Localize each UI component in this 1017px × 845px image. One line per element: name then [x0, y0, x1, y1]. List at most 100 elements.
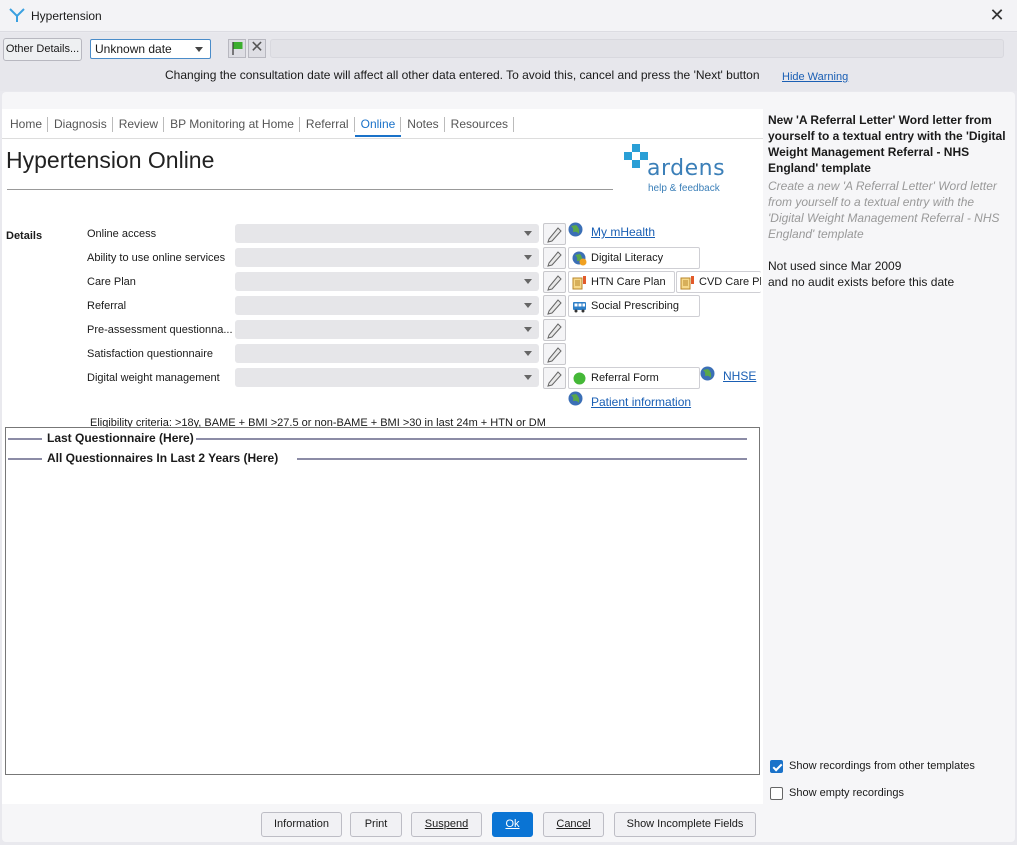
nhse-link[interactable]: NHSE [723, 369, 756, 383]
ok-button[interactable]: Ok [492, 812, 533, 837]
title-bar: Hypertension ✕ [0, 0, 1017, 32]
information-button[interactable]: Information [261, 812, 342, 837]
field-row-ability-online: Ability to use online services Digital L… [2, 247, 763, 269]
htn-care-plan-button[interactable]: HTN Care Plan [568, 271, 675, 293]
pencil-icon [547, 371, 562, 387]
all-questionnaires-header[interactable]: All Questionnaires In Last 2 Years (Here… [8, 451, 747, 465]
tab-online[interactable]: Online [354, 113, 402, 137]
toolbar: Other Details... Unknown date ✕ Changing… [0, 33, 1017, 91]
chevron-down-icon [524, 327, 532, 332]
pencil-icon [547, 323, 562, 339]
usage-line-1: Not used since Mar 2009 [768, 259, 902, 273]
clear-date-button[interactable]: ✕ [248, 39, 266, 58]
hide-warning-link[interactable]: Hide Warning [782, 71, 848, 83]
pencil-icon [547, 347, 562, 363]
logo-wordmark: ardens [647, 156, 726, 181]
side-header: New 'A Referral Letter' Word letter from… [768, 113, 1006, 175]
usage-line-2: and no audit exists before this date [768, 275, 955, 289]
tab-bp-monitoring-at-home[interactable]: BP Monitoring at Home [164, 113, 300, 137]
close-icon[interactable]: ✕ [987, 5, 1007, 25]
show-empty-recordings-label: Show empty recordings [789, 787, 904, 799]
chevron-down-icon [195, 47, 203, 52]
edit-pencil-button[interactable] [543, 367, 566, 389]
ok-label: Ok [505, 818, 520, 830]
cvd-care-plan-label: CVD Care Pl [699, 276, 761, 288]
pencil-icon [547, 275, 562, 291]
green-circle-icon [573, 372, 586, 385]
title-divider [7, 189, 613, 190]
globe-clock-icon [572, 251, 587, 266]
cancel-label: Cancel [556, 818, 591, 830]
tab-bar: Home Diagnosis Review BP Monitoring at H… [4, 113, 515, 137]
field-label: Digital weight management [87, 372, 220, 384]
help-feedback-link[interactable]: help & feedback [648, 183, 720, 194]
ability-online-combo[interactable] [235, 248, 539, 267]
main-panel: Home Diagnosis Review BP Monitoring at H… [2, 92, 1015, 842]
care-plan-combo[interactable] [235, 272, 539, 291]
edit-pencil-button[interactable] [543, 343, 566, 365]
chevron-down-icon [524, 303, 532, 308]
field-label: Satisfaction questionnaire [87, 348, 213, 360]
cvd-care-plan-button[interactable]: CVD Care Pl [676, 271, 761, 293]
side-description: Create a new 'A Referral Letter' Word le… [768, 179, 1000, 241]
window-title: Hypertension [31, 9, 102, 23]
consultation-date-select[interactable]: Unknown date [90, 39, 211, 59]
all-questionnaires-link[interactable]: All Questionnaires In Last 2 Years (Here… [42, 451, 284, 465]
tab-review[interactable]: Review [113, 113, 165, 137]
tab-referral[interactable]: Referral [300, 113, 355, 137]
referral-combo[interactable] [235, 296, 539, 315]
flag-button[interactable] [228, 39, 246, 58]
online-access-combo[interactable] [235, 224, 539, 243]
referral-form-button[interactable]: Referral Form [568, 367, 700, 389]
template-content: Home Diagnosis Review BP Monitoring at H… [2, 109, 763, 804]
my-mhealth-link[interactable]: My mHealth [591, 225, 655, 239]
tab-diagnosis[interactable]: Diagnosis [48, 113, 113, 137]
bus-icon [573, 302, 586, 313]
field-label: Care Plan [87, 276, 136, 288]
suspend-label: Suspend [424, 818, 469, 830]
chevron-down-icon [524, 255, 532, 260]
print-button[interactable]: Print [350, 812, 402, 837]
side-info-panel: New 'A Referral Letter' Word letter from… [768, 112, 1012, 290]
digital-literacy-label: Digital Literacy [591, 252, 664, 264]
chevron-down-icon [524, 375, 532, 380]
edit-pencil-button[interactable] [543, 319, 566, 341]
globe-icon [568, 222, 583, 237]
pencil-icon [547, 251, 562, 267]
last-questionnaire-header[interactable]: Last Questionnaire (Here) [8, 431, 747, 445]
tab-home[interactable]: Home [4, 113, 49, 137]
patient-information-link[interactable]: Patient information [591, 395, 691, 409]
edit-pencil-button[interactable] [543, 295, 566, 317]
edit-pencil-button[interactable] [543, 247, 566, 269]
tabs-divider [2, 138, 763, 139]
ardens-logo[interactable]: ardens help & feedback [622, 142, 732, 194]
globe-icon [700, 366, 715, 381]
edit-pencil-button[interactable] [543, 271, 566, 293]
satisfaction-combo[interactable] [235, 344, 539, 363]
pre-assessment-combo[interactable] [235, 320, 539, 339]
social-prescribing-label: Social Prescribing [591, 300, 680, 312]
date-info-bar [270, 39, 1004, 58]
edit-pencil-button[interactable] [543, 223, 566, 245]
suspend-button[interactable]: Suspend [411, 812, 482, 837]
other-details-button[interactable]: Other Details... [3, 38, 82, 61]
footer-buttons: Information Print Suspend Ok Cancel Show… [2, 812, 1015, 838]
care-plan-document-icon [572, 276, 586, 290]
pencil-icon [547, 299, 562, 315]
checkbox-checked[interactable] [770, 760, 783, 773]
date-warning-text: Changing the consultation date will affe… [165, 68, 760, 82]
globe-icon [568, 391, 583, 406]
page-title: Hypertension Online [6, 147, 215, 173]
digital-weight-combo[interactable] [235, 368, 539, 387]
digital-literacy-button[interactable]: Digital Literacy [568, 247, 700, 269]
pencil-icon [547, 227, 562, 243]
field-row-care-plan: Care Plan HTN Care Plan CVD Care Pl [2, 271, 763, 293]
checkbox-unchecked[interactable] [770, 787, 783, 800]
cancel-button[interactable]: Cancel [543, 812, 604, 837]
tab-resources[interactable]: Resources [445, 113, 515, 137]
tab-notes[interactable]: Notes [401, 113, 446, 137]
social-prescribing-button[interactable]: Social Prescribing [568, 295, 700, 317]
show-incomplete-fields-button[interactable]: Show Incomplete Fields [614, 812, 756, 837]
last-questionnaire-link[interactable]: Last Questionnaire (Here) [42, 431, 199, 445]
header-rule [8, 438, 44, 440]
